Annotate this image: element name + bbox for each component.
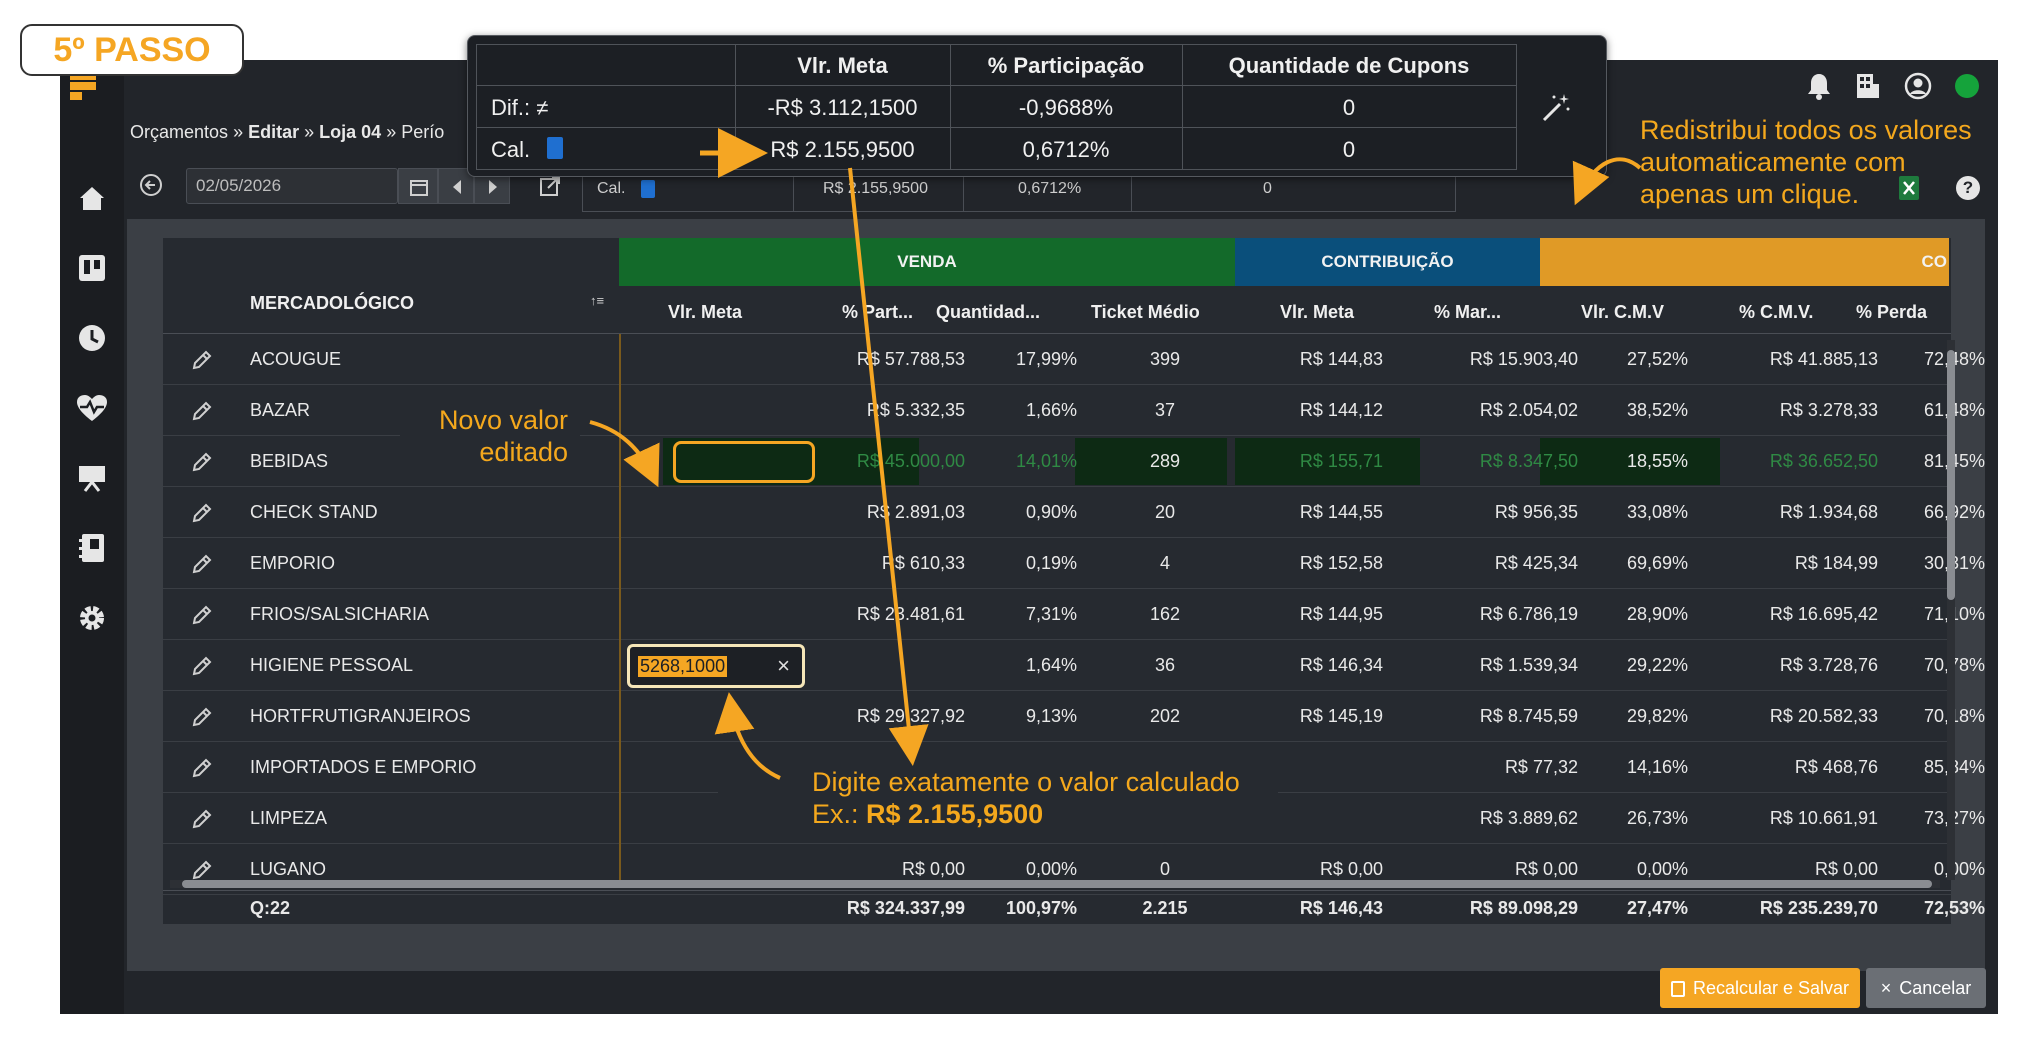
arrow-to-wand: [1572, 157, 1642, 206]
annotation-arrows: [589, 128, 1642, 780]
arrow-to-edit-field: [714, 692, 781, 780]
arrow-to-input: [848, 167, 929, 766]
arrow-to-new-value: [589, 420, 660, 488]
